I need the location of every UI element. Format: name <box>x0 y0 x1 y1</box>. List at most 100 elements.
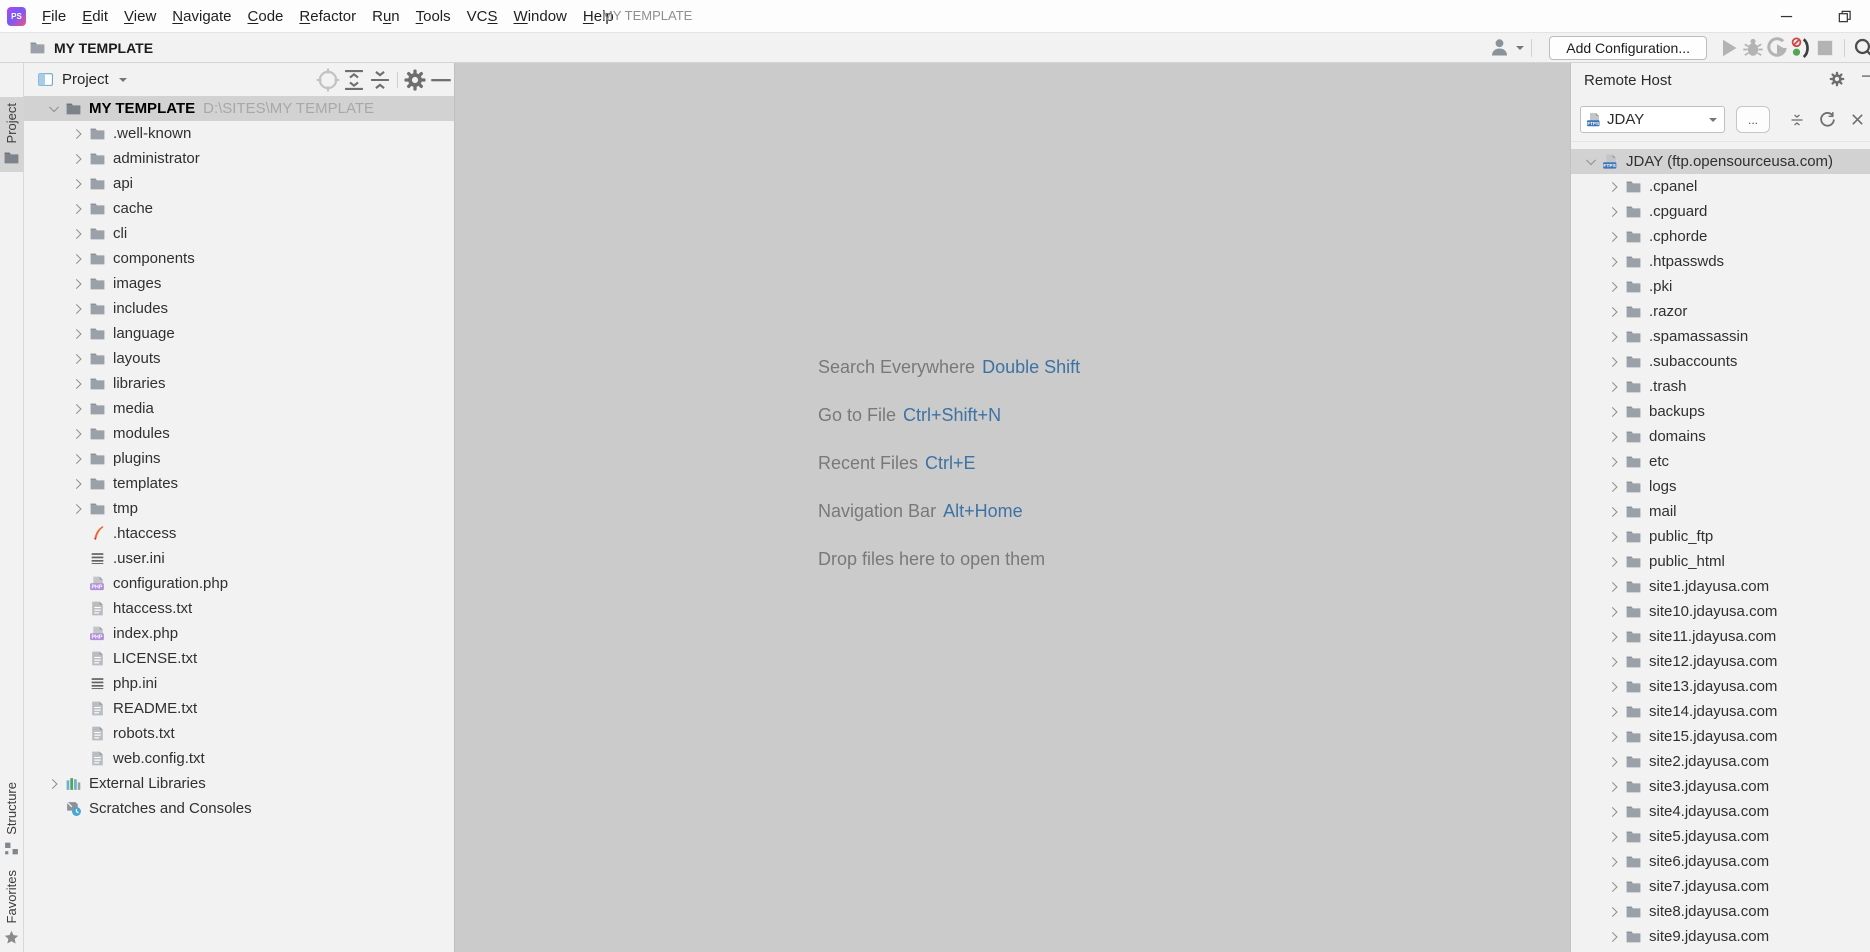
menu-item[interactable]: Edit <box>74 4 116 29</box>
chevron-icon[interactable] <box>68 321 88 346</box>
tree-row[interactable]: cli <box>24 221 454 246</box>
tree-row[interactable]: site9.jdayusa.com <box>1571 924 1870 949</box>
menu-item[interactable]: Window <box>506 4 575 29</box>
tree-row[interactable]: includes <box>24 296 454 321</box>
chevron-icon[interactable] <box>1604 349 1624 374</box>
tool-window-tab[interactable]: Structure <box>0 776 24 864</box>
chevron-icon[interactable] <box>1604 274 1624 299</box>
tree-row[interactable]: logs <box>1571 474 1870 499</box>
chevron-icon[interactable] <box>1604 499 1624 524</box>
add-configuration-button[interactable]: Add Configuration... <box>1549 36 1707 60</box>
expand-all-icon[interactable] <box>341 69 367 91</box>
settings-gear-icon[interactable] <box>402 69 428 91</box>
minimize-window-icon[interactable] <box>1778 9 1794 25</box>
chevron-icon[interactable] <box>68 196 88 221</box>
tree-row[interactable]: site13.jdayusa.com <box>1571 674 1870 699</box>
tree-row[interactable]: administrator <box>24 146 454 171</box>
tree-row[interactable]: site2.jdayusa.com <box>1571 749 1870 774</box>
menu-item[interactable]: Code <box>240 4 292 29</box>
chevron-icon[interactable] <box>1604 749 1624 774</box>
tree-row[interactable]: site3.jdayusa.com <box>1571 774 1870 799</box>
run-with-profiler-icon[interactable] <box>1789 36 1813 60</box>
tree-row[interactable]: site7.jdayusa.com <box>1571 874 1870 899</box>
tree-row[interactable]: tmp <box>24 496 454 521</box>
chevron-icon[interactable] <box>1604 874 1624 899</box>
stop-icon[interactable] <box>1813 36 1837 60</box>
chevron-icon[interactable] <box>1604 849 1624 874</box>
server-selector-dropdown[interactable]: FTPS JDAY <box>1580 106 1725 133</box>
refresh-icon[interactable] <box>1814 108 1840 132</box>
tree-row[interactable]: images <box>24 271 454 296</box>
tree-row[interactable]: language <box>24 321 454 346</box>
chevron-icon[interactable] <box>68 346 88 371</box>
collapse-all-remote-icon[interactable] <box>1784 108 1810 132</box>
collapse-all-icon[interactable] <box>367 69 393 91</box>
tree-row[interactable]: layouts <box>24 346 454 371</box>
chevron-icon[interactable] <box>1604 674 1624 699</box>
tool-window-tab[interactable]: Project <box>0 97 24 172</box>
menu-item[interactable]: File <box>34 4 74 29</box>
chevron-icon[interactable] <box>68 496 88 521</box>
tool-window-mode-icon[interactable] <box>36 71 54 89</box>
chevron-icon[interactable] <box>68 546 88 571</box>
chevron-icon[interactable] <box>68 421 88 446</box>
chevron-icon[interactable] <box>1604 699 1624 724</box>
tree-row[interactable]: .well-known <box>24 121 454 146</box>
tree-row[interactable]: .spamassassin <box>1571 324 1870 349</box>
hide-panel-icon[interactable] <box>428 69 454 91</box>
chevron-icon[interactable] <box>44 96 64 121</box>
chevron-icon[interactable] <box>68 371 88 396</box>
tree-row[interactable]: .subaccounts <box>1571 349 1870 374</box>
tree-row[interactable]: backups <box>1571 399 1870 424</box>
tree-row[interactable]: templates <box>24 471 454 496</box>
tree-row[interactable]: .htaccess <box>24 521 454 546</box>
tree-row[interactable]: media <box>24 396 454 421</box>
chevron-icon[interactable] <box>68 121 88 146</box>
tree-row[interactable]: api <box>24 171 454 196</box>
tree-row[interactable]: .htpasswds <box>1571 249 1870 274</box>
tree-row[interactable]: site4.jdayusa.com <box>1571 799 1870 824</box>
tree-row[interactable]: README.txt <box>24 696 454 721</box>
tree-row[interactable]: modules <box>24 421 454 446</box>
tree-row[interactable]: site1.jdayusa.com <box>1571 574 1870 599</box>
tree-row[interactable]: site5.jdayusa.com <box>1571 824 1870 849</box>
tree-row[interactable]: components <box>24 246 454 271</box>
chevron-icon[interactable] <box>1604 474 1624 499</box>
search-everywhere-icon[interactable] <box>1852 36 1870 60</box>
chevron-icon[interactable] <box>68 446 88 471</box>
tree-row[interactable]: External Libraries <box>24 771 454 796</box>
chevron-icon[interactable] <box>1604 249 1624 274</box>
chevron-icon[interactable] <box>1604 299 1624 324</box>
tree-row[interactable]: public_ftp <box>1571 524 1870 549</box>
chevron-icon[interactable] <box>68 146 88 171</box>
chevron-icon[interactable] <box>1604 799 1624 824</box>
chevron-icon[interactable] <box>1581 149 1601 174</box>
tree-row[interactable]: site11.jdayusa.com <box>1571 624 1870 649</box>
tree-row[interactable]: .pki <box>1571 274 1870 299</box>
tree-row[interactable]: .cpguard <box>1571 199 1870 224</box>
debug-icon[interactable] <box>1741 36 1765 60</box>
chevron-icon[interactable] <box>1604 774 1624 799</box>
chevron-icon[interactable] <box>44 796 64 821</box>
chevron-icon[interactable] <box>68 296 88 321</box>
breadcrumb-project-name[interactable]: MY TEMPLATE <box>54 40 153 56</box>
hide-remote-panel-icon[interactable] <box>1860 68 1870 89</box>
chevron-icon[interactable] <box>68 596 88 621</box>
chevron-icon[interactable] <box>68 646 88 671</box>
chevron-icon[interactable] <box>68 246 88 271</box>
chevron-icon[interactable] <box>68 171 88 196</box>
chevron-icon[interactable] <box>44 771 64 796</box>
tree-row[interactable]: .razor <box>1571 299 1870 324</box>
chevron-icon[interactable] <box>1604 424 1624 449</box>
tree-row[interactable]: plugins <box>24 446 454 471</box>
restore-window-icon[interactable] <box>1836 9 1852 25</box>
tree-row[interactable]: PHP configuration.php <box>24 571 454 596</box>
project-view-selector[interactable]: Project <box>62 71 109 88</box>
close-remote-panel-icon[interactable] <box>1844 108 1870 132</box>
chevron-icon[interactable] <box>68 396 88 421</box>
tree-row[interactable]: robots.txt <box>24 721 454 746</box>
tree-row[interactable]: site10.jdayusa.com <box>1571 599 1870 624</box>
tree-row[interactable]: Scratches and Consoles <box>24 796 454 821</box>
remote-settings-gear-icon[interactable] <box>1828 70 1846 93</box>
tree-row[interactable]: site8.jdayusa.com <box>1571 899 1870 924</box>
